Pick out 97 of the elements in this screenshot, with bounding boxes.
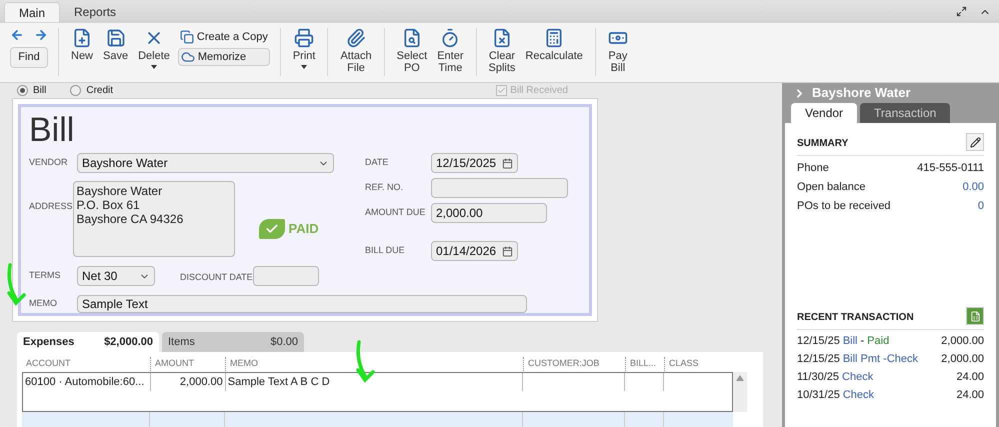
field-label: MEMO	[29, 297, 58, 310]
tab[interactable]: Expenses $2,000.00	[17, 332, 159, 352]
copy-icon	[180, 30, 194, 44]
field-label: ADDRESS	[29, 201, 73, 211]
forward-icon[interactable]	[34, 28, 48, 42]
toolbar-button[interactable]: Enter Time	[435, 28, 466, 74]
transaction-link[interactable]: Bill Pmt -Check	[842, 352, 918, 366]
address-field[interactable]: Bayshore Water P.O. Box 61 Bayshore CA 94326	[72, 181, 235, 257]
paid-label: PAID	[288, 220, 319, 238]
document-x-icon	[492, 28, 512, 48]
section-heading: RECENT TRANSACTION	[797, 311, 914, 325]
field-label: BILL DUE	[365, 244, 406, 258]
tab[interactable]: Vendor	[791, 103, 858, 123]
toolbar-button[interactable]: Clear Splits	[486, 28, 518, 74]
transaction-amount: 2,000.00	[941, 334, 984, 348]
document-pointer-icon	[402, 28, 422, 48]
transaction-status: Paid	[867, 334, 890, 348]
toolbar-button[interactable]: Print	[290, 28, 318, 69]
report-button[interactable]	[966, 307, 984, 325]
arrow-drawing	[355, 340, 377, 384]
pencil-icon	[970, 136, 980, 148]
summary-label: POs to be received	[797, 199, 891, 213]
discount-date-field[interactable]	[252, 266, 319, 286]
radio-option[interactable]: Bill	[17, 83, 46, 98]
amount-due-field[interactable]: 2,000.00	[431, 203, 547, 223]
field-label: TERMS	[29, 269, 62, 282]
date-field[interactable]: 12/15/2025	[431, 153, 518, 173]
tab[interactable]: Items $0.00	[162, 332, 304, 352]
transaction-date: 11/30/25	[797, 370, 840, 384]
save-icon	[106, 28, 126, 48]
section-heading: SUMMARY	[797, 137, 848, 151]
column-header[interactable]: AMOUNT	[150, 357, 225, 371]
panel-title: Bayshore Water	[812, 84, 910, 102]
printer-icon	[294, 28, 314, 48]
bill-due-field[interactable]: 01/14/2026	[431, 241, 518, 261]
toolbar-button[interactable]: Create a Copy	[178, 28, 270, 46]
memo-field[interactable]: Sample Text	[77, 295, 527, 313]
toolbar-button[interactable]: Memorize	[178, 48, 270, 66]
column-header[interactable]: CUSTOMER:JOB	[523, 357, 625, 371]
transaction-link[interactable]: Check	[842, 388, 874, 402]
cloud-icon	[180, 50, 195, 64]
new-file-icon	[72, 28, 92, 48]
find-button[interactable]: Find	[10, 47, 48, 68]
column-header[interactable]: MEMO	[225, 357, 523, 371]
transaction-amount: 2,000.00	[941, 352, 984, 366]
tab[interactable]: Transaction	[860, 103, 950, 123]
transaction-link[interactable]: Check	[842, 370, 874, 384]
check-icon	[497, 86, 506, 95]
field-label: DISCOUNT DATE	[180, 272, 253, 282]
ref-number-field[interactable]	[431, 178, 568, 198]
transaction-amount: 24.00	[956, 388, 984, 402]
summary-label: Open balance	[797, 180, 866, 194]
expand-icon[interactable]	[956, 6, 967, 17]
calendar-icon[interactable]	[502, 246, 513, 256]
transaction-amount: 24.00	[956, 370, 984, 384]
back-icon[interactable]	[10, 28, 24, 42]
toolbar-button[interactable]: New	[69, 28, 96, 62]
transaction-date: 10/31/25	[797, 388, 840, 402]
separator: -	[860, 334, 864, 348]
column-header[interactable]: ACCOUNT	[22, 357, 150, 371]
arrow-drawing	[6, 263, 28, 307]
field-label: VENDOR	[29, 156, 69, 170]
summary-value: 415-555-0111	[917, 161, 984, 175]
check-badge-icon	[258, 219, 285, 239]
scrollbar[interactable]	[733, 372, 747, 412]
summary-label: Phone	[797, 161, 829, 175]
spreadsheet-icon	[970, 310, 980, 322]
toolbar-button[interactable]: Recalculate	[523, 28, 585, 62]
toolbar-button[interactable]: Select PO	[394, 28, 430, 74]
field-label: AMOUNT DUE	[365, 206, 426, 220]
transaction-link[interactable]: Bill	[842, 334, 858, 348]
transaction-date: 12/15/25	[797, 352, 840, 366]
table-cell: 60100 · Automobile:60...	[23, 373, 151, 391]
column-header[interactable]: BILL...	[625, 357, 664, 371]
table-cell: 2,000.00	[150, 373, 226, 391]
tab[interactable]: Reports	[60, 2, 130, 22]
field-label: REF. NO.	[365, 181, 404, 194]
form-title: Bill	[29, 111, 76, 149]
tab[interactable]: Main	[4, 2, 60, 22]
vendor-dropdown[interactable]: Bayshore Water	[77, 153, 334, 173]
stopwatch-icon	[440, 28, 460, 48]
terms-dropdown[interactable]: Net 30	[77, 266, 155, 286]
transaction-date: 12/15/25	[797, 334, 840, 348]
summary-link[interactable]: 0	[978, 199, 984, 213]
radio-option[interactable]: Credit	[70, 83, 114, 98]
summary-link[interactable]: 0.00	[962, 180, 984, 194]
edit-button[interactable]	[966, 133, 984, 151]
column-header[interactable]: CLASS	[664, 357, 732, 371]
toolbar-button[interactable]: Save	[101, 28, 130, 62]
table-cell: Sample Text A B C D	[226, 373, 524, 391]
toolbar-button[interactable]: Pay Bill	[606, 28, 630, 74]
field-label: DATE	[365, 156, 390, 170]
calculator-icon	[544, 28, 564, 48]
toolbar-button[interactable]: Delete	[136, 28, 172, 69]
paperclip-icon	[346, 28, 366, 48]
calendar-icon[interactable]	[502, 158, 513, 168]
toolbar-button[interactable]: Attach File	[338, 28, 374, 74]
